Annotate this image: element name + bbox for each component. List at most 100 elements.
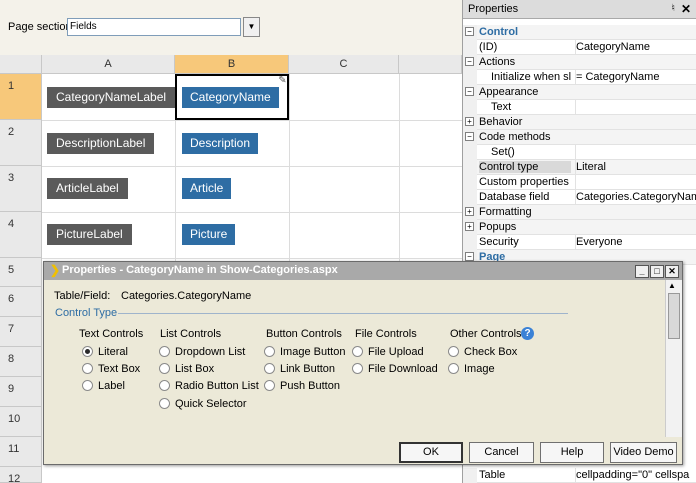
prop-row-initialize[interactable]: Initialize when sl = CategoryName: [463, 70, 696, 85]
field-picture[interactable]: Picture: [182, 224, 236, 245]
radio-icon: [82, 380, 93, 391]
control-properties-dialog: ❯ Properties - CategoryName in Show-Cate…: [43, 261, 683, 465]
expand-icon[interactable]: +: [465, 222, 474, 231]
scrollbar-thumb[interactable]: [668, 293, 680, 339]
prop-row-security[interactable]: Security Everyone: [463, 235, 696, 250]
close-button[interactable]: ✕: [665, 265, 679, 278]
radio-link-button[interactable]: Link Button: [264, 363, 335, 375]
row-header-7[interactable]: 7: [0, 317, 42, 347]
radio-icon: [352, 346, 363, 357]
row-header-12[interactable]: 12: [0, 467, 42, 483]
group-list-controls: List Controls: [160, 328, 222, 340]
section-label: Page section:: [8, 21, 75, 33]
close-icon[interactable]: ✕: [681, 2, 691, 16]
row-header-1[interactable]: 1: [0, 74, 42, 120]
expand-icon[interactable]: +: [465, 207, 474, 216]
scroll-up-icon[interactable]: ▲: [668, 281, 676, 290]
ok-button[interactable]: OK: [399, 442, 463, 463]
label-article[interactable]: ArticleLabel: [47, 178, 128, 199]
radio-radio-button-list[interactable]: Radio Button List: [159, 380, 259, 392]
pencil-icon[interactable]: ✎: [277, 75, 288, 86]
radio-icon: [352, 363, 363, 374]
radio-image-button[interactable]: Image Button: [264, 346, 345, 358]
column-header-a[interactable]: A: [42, 55, 175, 74]
field-article[interactable]: Article: [182, 178, 232, 199]
radio-literal[interactable]: Literal: [82, 346, 128, 358]
row-header-4[interactable]: 4: [0, 212, 42, 258]
prop-category-popups[interactable]: + Popups: [463, 220, 696, 235]
prop-row-table[interactable]: Table cellpadding="0" cellspa: [463, 468, 696, 483]
app-icon: ❯: [50, 263, 61, 277]
prop-category-formatting[interactable]: + Formatting: [463, 205, 696, 220]
collapse-icon[interactable]: −: [465, 57, 474, 66]
properties-title-bar: Properties ♮ ✕: [463, 0, 696, 19]
close-icon: ✕: [668, 266, 676, 276]
collapse-icon[interactable]: −: [465, 132, 474, 141]
row-header-10[interactable]: 10: [0, 407, 42, 437]
radio-image[interactable]: Image: [448, 363, 495, 375]
grid-line: [289, 74, 290, 274]
label-picture[interactable]: PictureLabel: [47, 224, 132, 245]
prop-category-code-methods[interactable]: − Code methods: [463, 130, 696, 145]
minimize-icon: _: [639, 266, 645, 276]
radio-file-upload[interactable]: File Upload: [352, 346, 424, 358]
prop-category-behavior[interactable]: + Behavior: [463, 115, 696, 130]
dialog-title-bar[interactable]: ❯ Properties - CategoryName in Show-Cate…: [44, 262, 682, 280]
section-select[interactable]: Fields: [67, 18, 241, 36]
radio-quick-selector[interactable]: Quick Selector: [159, 398, 247, 410]
radio-file-download[interactable]: File Download: [352, 363, 438, 375]
group-text-controls: Text Controls: [79, 328, 144, 340]
prop-row-control-type[interactable]: Control type Literal: [463, 160, 696, 175]
label-description[interactable]: DescriptionLabel: [47, 133, 155, 154]
cancel-button[interactable]: Cancel: [469, 442, 534, 463]
prop-category-actions[interactable]: − Actions: [463, 55, 696, 70]
chevron-down-icon: ▼: [247, 22, 256, 31]
video-demo-button[interactable]: Video Demo: [610, 442, 677, 463]
collapse-icon[interactable]: −: [465, 87, 474, 96]
minimize-button[interactable]: _: [635, 265, 649, 278]
pin-icon[interactable]: ♮: [671, 3, 675, 14]
radio-push-button[interactable]: Push Button: [264, 380, 340, 392]
grid-line: [399, 74, 400, 274]
radio-icon: [448, 363, 459, 374]
prop-row-id[interactable]: (ID) CategoryName: [463, 40, 696, 55]
radio-dropdown-list[interactable]: Dropdown List: [159, 346, 245, 358]
expand-icon[interactable]: +: [465, 117, 474, 126]
row-header-5[interactable]: 5: [0, 258, 42, 287]
prop-row-set[interactable]: Set(): [463, 145, 696, 160]
section-dropdown-button[interactable]: ▼: [243, 17, 260, 37]
row-header-3[interactable]: 3: [0, 166, 42, 212]
collapse-icon[interactable]: −: [465, 252, 474, 261]
radio-label[interactable]: Label: [82, 380, 125, 392]
column-header-c[interactable]: C: [289, 55, 399, 74]
dialog-scrollbar[interactable]: ▲: [665, 280, 682, 437]
collapse-icon[interactable]: −: [465, 27, 474, 36]
prop-category-control[interactable]: − Control: [463, 25, 696, 40]
column-header-b[interactable]: B: [175, 55, 289, 74]
prop-row-text[interactable]: Text: [463, 100, 696, 115]
group-button-controls: Button Controls: [266, 328, 342, 340]
radio-icon: [82, 363, 93, 374]
prop-row-custom-properties[interactable]: Custom properties: [463, 175, 696, 190]
prop-row-database-field[interactable]: Database field Categories.CategoryNam: [463, 190, 696, 205]
radio-list-box[interactable]: List Box: [159, 363, 214, 375]
maximize-button[interactable]: □: [650, 265, 664, 278]
row-header-11[interactable]: 11: [0, 437, 42, 467]
row-header-9[interactable]: 9: [0, 377, 42, 407]
help-button[interactable]: Help: [540, 442, 604, 463]
radio-icon: [159, 346, 170, 357]
radio-icon: [448, 346, 459, 357]
radio-check-box[interactable]: Check Box: [448, 346, 517, 358]
radio-icon: [159, 380, 170, 391]
question-circle-icon[interactable]: ?: [521, 327, 534, 340]
divider: [118, 313, 568, 314]
row-header-2[interactable]: 2: [0, 120, 42, 166]
field-description[interactable]: Description: [182, 133, 259, 154]
row-header-8[interactable]: 8: [0, 347, 42, 377]
radio-text-box[interactable]: Text Box: [82, 363, 140, 375]
row-header-6[interactable]: 6: [0, 287, 42, 317]
prop-category-appearance[interactable]: − Appearance: [463, 85, 696, 100]
label-categoryname[interactable]: CategoryNameLabel: [47, 87, 176, 108]
radio-selected-icon: [82, 346, 93, 357]
column-header-d[interactable]: [399, 55, 462, 74]
